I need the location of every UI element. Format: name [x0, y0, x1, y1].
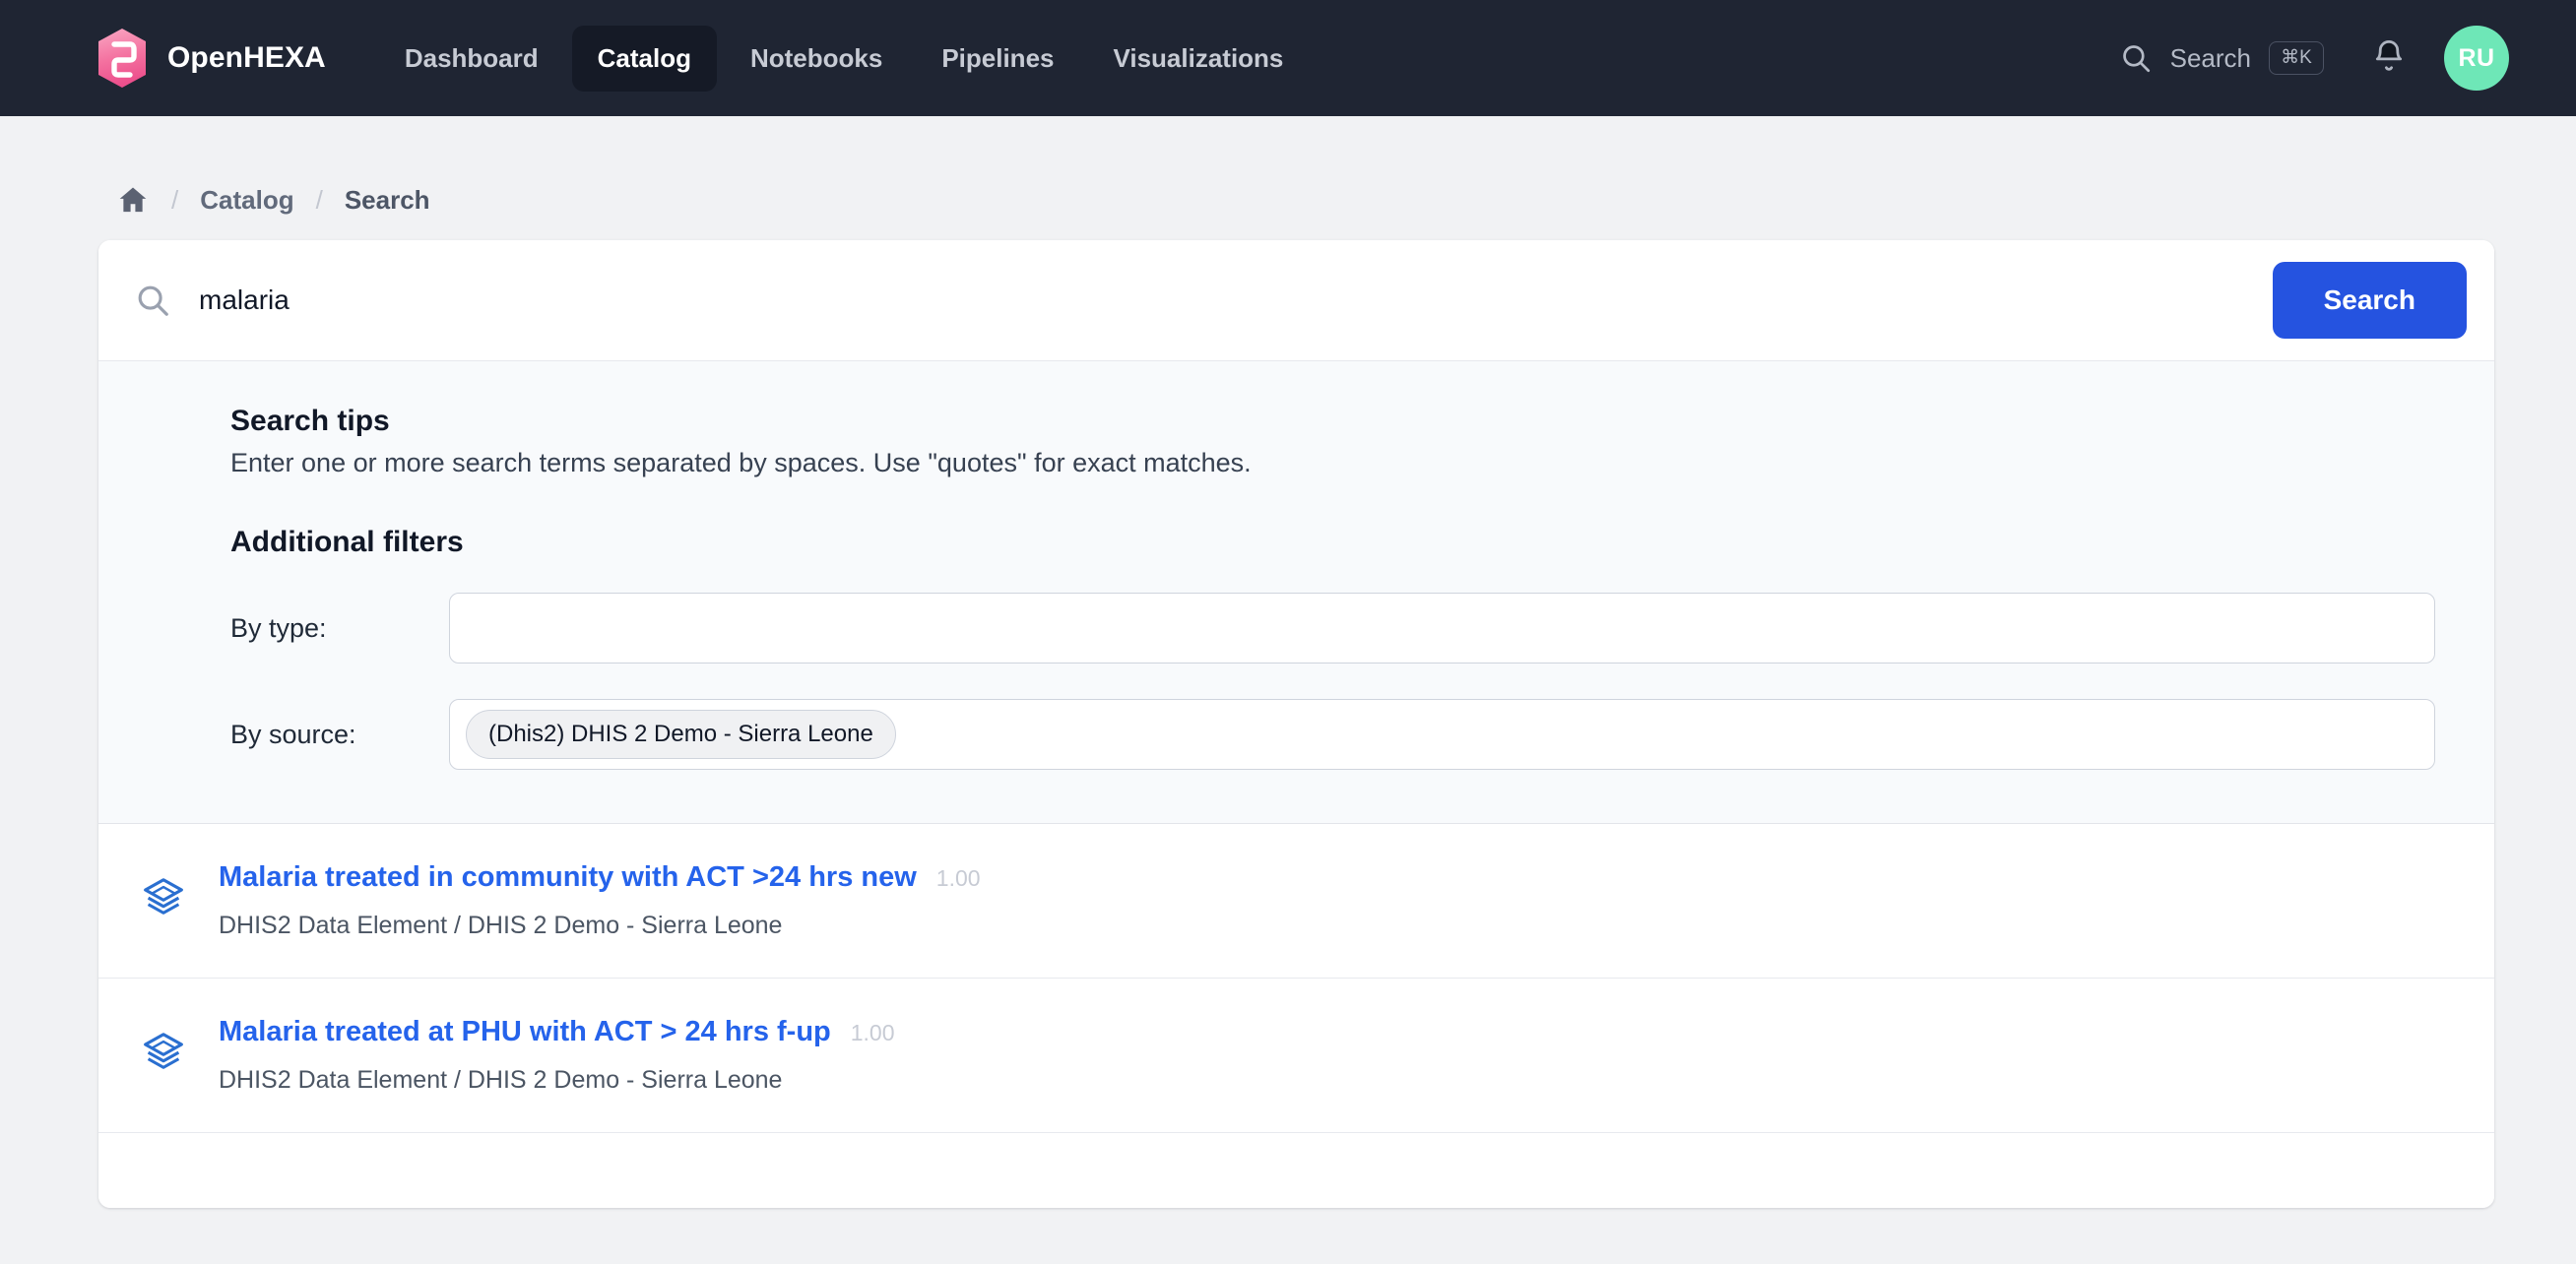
search-result-item[interactable] — [98, 1132, 2494, 1208]
openhexa-logo-icon — [95, 28, 150, 89]
search-result-body: Malaria treated in community with ACT >2… — [219, 861, 2435, 940]
search-button[interactable]: Search — [2272, 262, 2467, 339]
search-result-subtitle: DHIS2 Data Element / DHIS 2 Demo - Sierr… — [219, 1066, 783, 1094]
catalog-search-card: Search Search tips Enter one or more sea… — [98, 240, 2494, 1208]
filter-row-by-type: By type: — [230, 593, 2435, 664]
breadcrumb-item-catalog[interactable]: Catalog — [200, 185, 293, 216]
main-nav: Dashboard Catalog Notebooks Pipelines Vi… — [379, 25, 1310, 92]
avatar[interactable]: RU — [2444, 26, 2509, 91]
search-icon — [134, 282, 181, 319]
search-input[interactable] — [199, 275, 2255, 326]
search-result-item[interactable]: Malaria treated in community with ACT >2… — [98, 823, 2494, 978]
global-search-trigger[interactable]: Search ⌘K — [2119, 41, 2324, 75]
notifications-button[interactable] — [2367, 36, 2411, 80]
nav-item-dashboard[interactable]: Dashboard — [379, 26, 564, 92]
nav-item-notebooks[interactable]: Notebooks — [725, 26, 908, 92]
breadcrumb-item-search: Search — [344, 184, 430, 215]
search-result-body: Malaria treated at PHU with ACT > 24 hrs… — [219, 1016, 2435, 1095]
search-result-item[interactable]: Malaria treated at PHU with ACT > 24 hrs… — [98, 978, 2494, 1132]
search-icon — [2119, 41, 2153, 75]
top-navbar: OpenHEXA Dashboard Catalog Notebooks Pip… — [0, 0, 2576, 116]
search-result-score: 1.00 — [850, 1020, 895, 1045]
search-result-score: 1.00 — [935, 865, 981, 891]
nav-item-visualizations[interactable]: Visualizations — [1087, 26, 1309, 92]
filter-row-by-source: By source: (Dhis2) DHIS 2 Demo - Sierra … — [230, 699, 2435, 770]
layers-icon — [142, 861, 185, 918]
search-shortcut-badge: ⌘K — [2269, 41, 2324, 75]
breadcrumb: / Catalog / Search — [0, 116, 2576, 221]
search-result-title-line: Malaria treated in community with ACT >2… — [219, 861, 2435, 894]
nav-item-pipelines[interactable]: Pipelines — [916, 26, 1079, 92]
layers-icon — [142, 1016, 185, 1073]
filter-label-by-type: By type: — [230, 612, 327, 643]
search-bar: Search — [98, 240, 2494, 360]
search-result-title[interactable]: Malaria treated at PHU with ACT > 24 hrs… — [219, 1016, 831, 1048]
bell-icon — [2371, 37, 2407, 80]
additional-filters-title: Additional filters — [230, 526, 464, 558]
filter-chip-source[interactable]: (Dhis2) DHIS 2 Demo - Sierra Leone — [466, 710, 896, 759]
filter-input-by-source[interactable]: (Dhis2) DHIS 2 Demo - Sierra Leone — [449, 699, 2435, 770]
filter-input-by-type[interactable] — [449, 593, 2435, 664]
breadcrumb-separator: / — [315, 184, 323, 215]
brand-name: OpenHEXA — [167, 41, 326, 74]
nav-item-catalog[interactable]: Catalog — [571, 25, 717, 92]
search-results-list: Malaria treated in community with ACT >2… — [98, 823, 2494, 1208]
navbar-right-actions: Search ⌘K RU — [2119, 26, 2509, 91]
search-result-title-line: Malaria treated at PHU with ACT > 24 hrs… — [219, 1016, 2435, 1048]
search-result-subtitle: DHIS2 Data Element / DHIS 2 Demo - Sierr… — [219, 912, 783, 939]
search-tips-title: Search tips — [230, 405, 390, 437]
search-tips-text: Enter one or more search terms separated… — [230, 448, 1252, 477]
global-search-label: Search — [2169, 42, 2251, 73]
home-icon[interactable] — [116, 183, 150, 217]
search-result-title[interactable]: Malaria treated in community with ACT >2… — [219, 861, 917, 894]
brand-home-link[interactable]: OpenHEXA — [95, 28, 326, 89]
filter-label-by-source: By source: — [230, 719, 356, 749]
search-tips-panel: Search tips Enter one or more search ter… — [98, 360, 2494, 823]
breadcrumb-separator: / — [171, 184, 179, 215]
